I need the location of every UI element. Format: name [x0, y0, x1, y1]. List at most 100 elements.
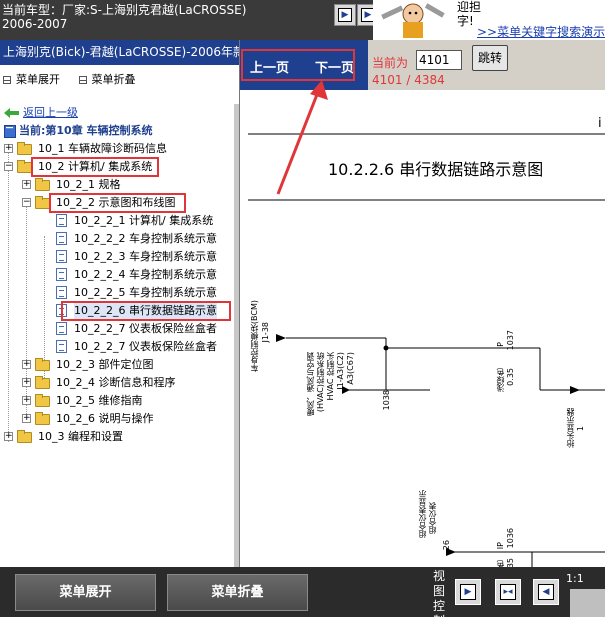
wire2-number-label: 1036: [506, 528, 515, 549]
collapse-icon: [78, 76, 87, 84]
highlight-box: [241, 49, 355, 81]
wire-ip-label: IP: [496, 342, 505, 350]
document-icon: [56, 340, 67, 353]
tree-item-10-2-2-7[interactable]: 10_2_2_7 仪表板保险丝盒者: [0, 320, 234, 338]
wire-gauge-label: 0.35: [506, 368, 515, 386]
highlight-box: [49, 193, 186, 213]
folder-icon: [35, 412, 50, 425]
arrow-left-icon: ◀: [538, 584, 554, 600]
view-next-button[interactable]: ▶: [455, 579, 481, 605]
keyword-search-demo-link[interactable]: >>菜单关键字搜索演示: [477, 23, 605, 40]
fit-width-icon: ▸◂: [500, 584, 516, 600]
bcm-pin-label: J1-38: [261, 322, 270, 343]
expand-all-button[interactable]: 菜单展开: [15, 574, 156, 611]
view-prev-button[interactable]: ◀: [533, 579, 559, 605]
tree-item-10-2-2-3[interactable]: 10_2_2_3 车身控制系统示意: [0, 248, 234, 266]
cluster-label-1: 组合仪表显示: [418, 490, 427, 538]
folder-icon: [35, 358, 50, 371]
document-icon: [56, 214, 67, 227]
hud-label: 抬头显示器: [566, 408, 575, 448]
folder-icon: [35, 178, 50, 191]
tree-item-10-3[interactable]: + 10_3 编程和设置: [0, 428, 234, 446]
cartoon-mechanic-icon: [373, 0, 451, 38]
folder-icon: [35, 376, 50, 389]
document-icon: [56, 322, 67, 335]
wire2-ip-label: IP: [496, 542, 505, 550]
highlight-box: [31, 157, 159, 177]
book-icon: [4, 125, 16, 138]
annotation-arrow-icon: [276, 80, 328, 195]
vehicle-model-text: 当前车型：厂家:S-上海别克君越(LaCROSSE): [2, 3, 247, 17]
wire-number-label: 1037: [506, 330, 515, 351]
tree-item-10-2-3[interactable]: + 10_2_3 部件定位图: [0, 356, 234, 374]
document-icon: [56, 268, 67, 281]
hvac-label-3: HVAC 控制头: [326, 352, 335, 401]
hvac-label-2: (HVAC)控制系统: [316, 352, 325, 413]
menu-toolbar: 菜单展开 菜单折叠: [0, 65, 239, 87]
open-folder-icon: [35, 196, 50, 209]
document-icon: [56, 232, 67, 245]
page-jump-box: 当前为 跳转 4101 / 4384: [368, 40, 605, 90]
tree-item-10-2-2-2[interactable]: 10_2_2_2 车身控制系统示意: [0, 230, 234, 248]
arrow-right-icon: ▶: [338, 8, 352, 22]
page-number-input[interactable]: [416, 50, 462, 70]
arrow-right-icon: ▶: [460, 584, 476, 600]
tree-item-10-2-4[interactable]: + 10_2_4 诊断信息和程序: [0, 374, 234, 392]
hvac-label-5: A3(C67): [346, 352, 355, 385]
view-next-button[interactable]: ▶: [334, 4, 356, 26]
tree-item-10-1[interactable]: + 10_1 车辆故障诊断码信息: [0, 140, 234, 158]
expand-icon[interactable]: +: [22, 360, 31, 369]
expand-icon[interactable]: +: [22, 180, 31, 189]
tree-item-10-2-2-7b[interactable]: 10_2_2_7 仪表板保险丝盒者: [0, 338, 234, 356]
tree-item-10-2-6[interactable]: + 10_2_6 说明与操作: [0, 410, 234, 428]
wire2-gauge-label: 0.35: [506, 558, 515, 567]
expand-icon: [3, 76, 11, 84]
back-link[interactable]: 返回上一级: [23, 104, 78, 122]
tree-item-10-2-2-5[interactable]: 10_2_2_5 车身控制系统示意: [0, 284, 234, 302]
expand-icon[interactable]: +: [4, 432, 13, 441]
tree-item-10-2-2-1[interactable]: 10_2_2_1 计算机/ 集成系统: [0, 212, 234, 230]
collapse-icon[interactable]: −: [22, 198, 31, 207]
expand-icon[interactable]: +: [4, 144, 13, 153]
folder-icon: [17, 142, 32, 155]
zoom-ratio: 1:1: [566, 572, 584, 585]
diagram-title: 10.2.2.6 串行数据链路示意图: [328, 160, 544, 179]
highlight-box: [61, 301, 231, 321]
tree-item-10-2-2-4[interactable]: 10_2_2_4 车身控制系统示意: [0, 266, 234, 284]
collapse-all-button[interactable]: 菜单折叠: [167, 574, 308, 611]
expand-icon[interactable]: +: [22, 414, 31, 423]
cluster-label-2: 组合仪表: [428, 502, 437, 534]
tree-item-10-2-5[interactable]: + 10_2_5 维修指南: [0, 392, 234, 410]
document-icon: [56, 286, 67, 299]
bcm-label: 车身控制模块(BCM): [250, 300, 259, 373]
collapse-all-menu-button[interactable]: 菜单折叠: [76, 71, 136, 87]
wire2-color-label: 灰色: [496, 560, 505, 567]
expand-icon[interactable]: +: [22, 396, 31, 405]
document-icon: [56, 250, 67, 263]
folder-icon: [17, 430, 32, 443]
back-arrow-icon: [4, 108, 19, 118]
tree-item-10-2-1[interactable]: + 10_2_1 规格: [0, 176, 234, 194]
menu-panel-title: 上海别克(Bick)-君越(LaCROSSE)-2006年款: [0, 40, 239, 65]
expand-all-menu-button[interactable]: 菜单展开: [0, 71, 60, 87]
folder-icon: [35, 394, 50, 407]
hud-pin-label: 1: [576, 426, 585, 432]
current-page-label: 当前为: [372, 56, 409, 70]
collapse-icon[interactable]: −: [4, 162, 13, 171]
vehicle-year-text: 2006-2007: [2, 17, 68, 31]
view-control-label: 视图控制: [433, 569, 446, 617]
bottom-toolbar: 菜单展开 菜单折叠 视图控制 ▶ ▸◂ ◀ 1:1: [0, 567, 605, 617]
view-fit-button[interactable]: ▸◂: [495, 579, 521, 605]
page-count: 4101 / 4384: [372, 73, 445, 87]
hvac-label-1: 暖风、通风与空调: [306, 352, 315, 416]
menu-panel: 上海别克(Bick)-君越(LaCROSSE)-2006年款 菜单展开 菜单折叠…: [0, 40, 240, 567]
promo-banner: 迎担 字! >>菜单关键字搜索演示: [373, 0, 605, 40]
open-folder-icon: [17, 160, 32, 173]
jump-button[interactable]: 跳转: [472, 45, 508, 71]
hvac-label-4: J1-A3(C2): [336, 352, 345, 390]
expand-icon[interactable]: +: [22, 378, 31, 387]
wire-color-label: 浅绿色: [496, 368, 505, 392]
current-chapter-label: 当前:第10章 车辆控制系统: [19, 124, 153, 137]
top-header: 当前车型：厂家:S-上海别克君越(LaCROSSE) 2006-2007 ▶ ▶…: [0, 0, 605, 40]
corner-panel: [570, 589, 605, 617]
